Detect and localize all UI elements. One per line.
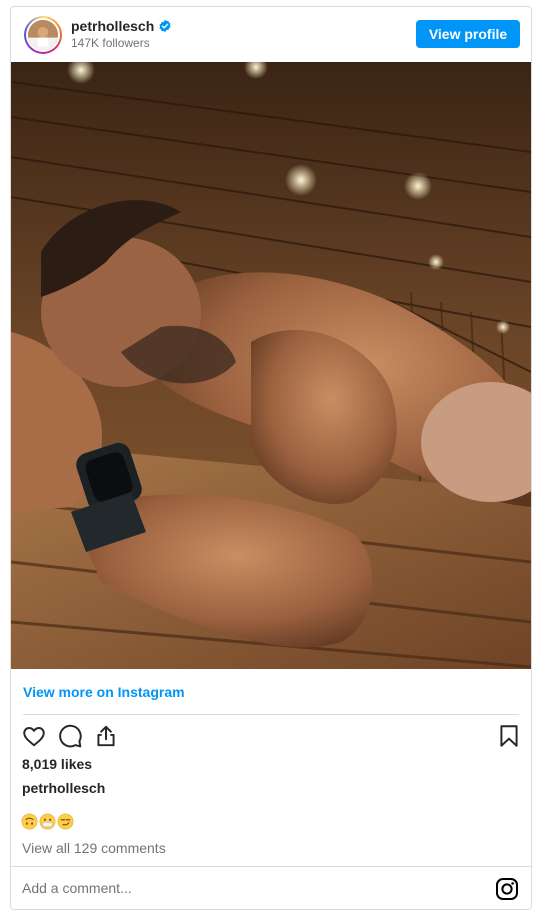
caption-username[interactable]: petrhollesch [22,780,105,796]
post-photo[interactable] [11,62,531,669]
bookmark-icon[interactable] [496,723,522,749]
instagram-embed-card: petrhollesch 147K followers View profile [10,6,532,910]
avatar-image [26,18,60,52]
post-header: petrhollesch 147K followers View profile [11,7,531,62]
heart-icon[interactable] [21,723,47,749]
upside-down-face-icon [21,813,38,830]
instagram-logo-icon[interactable] [495,877,519,901]
action-bar [11,722,531,752]
caption-emojis [21,813,74,830]
smirking-face-icon [57,813,74,830]
view-more-on-instagram-link[interactable]: View more on Instagram [23,684,185,700]
profile-photo-icon [28,20,58,50]
view-all-comments-link[interactable]: View all 129 comments [22,840,166,856]
verified-badge-icon [159,19,171,33]
avatar[interactable] [24,16,62,54]
username[interactable]: petrhollesch [71,18,154,34]
divider [23,714,519,715]
like-count[interactable]: 8,019 likes [22,756,92,772]
username-row: petrhollesch [71,18,172,34]
divider [11,866,531,867]
share-icon[interactable] [93,723,119,749]
post-image [11,62,531,669]
view-profile-button[interactable]: View profile [416,20,520,48]
comment-bubble-icon[interactable] [57,723,83,749]
follower-count: 147K followers [71,36,150,50]
face-with-mouth-covered-icon [39,813,56,830]
add-comment-input[interactable] [22,880,422,896]
